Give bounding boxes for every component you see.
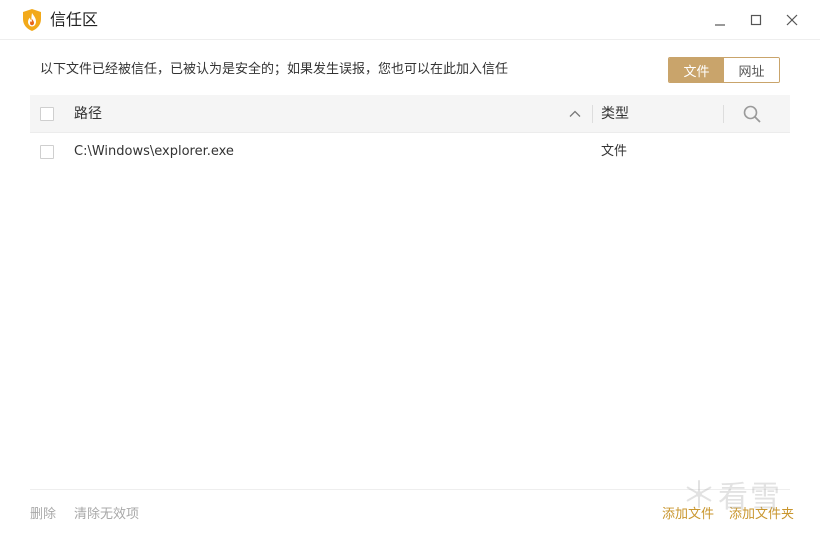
search-icon[interactable]: [742, 104, 762, 124]
title-bar: 信任区: [0, 0, 820, 40]
clear-invalid-button[interactable]: 清除无效项: [74, 506, 139, 524]
row-checkbox[interactable]: [40, 145, 54, 159]
type-toggle: 文件 网址: [668, 57, 780, 83]
trusted-items-table: 路径 类型 C:\Windows\explorer.exe 文件: [30, 95, 790, 171]
column-header-type[interactable]: 类型: [601, 105, 629, 123]
row-path: C:\Windows\explorer.exe: [74, 144, 234, 159]
row-type: 文件: [601, 144, 628, 159]
watermark: 看雪: [684, 474, 804, 515]
maximize-button[interactable]: [744, 8, 768, 32]
minimize-icon: [715, 24, 725, 26]
sort-ascending-icon[interactable]: [567, 106, 583, 122]
table-row[interactable]: C:\Windows\explorer.exe 文件: [30, 133, 790, 171]
column-divider: [723, 105, 724, 123]
tab-file[interactable]: 文件: [669, 58, 724, 82]
delete-button[interactable]: 删除: [30, 506, 56, 524]
column-divider: [592, 105, 593, 123]
close-icon: [786, 14, 798, 26]
watermark-text: 看雪: [718, 480, 782, 515]
shield-flame-logo-icon: [23, 9, 41, 31]
footer-divider: [30, 489, 790, 490]
window-title: 信任区: [50, 10, 99, 29]
close-button[interactable]: [780, 8, 804, 32]
maximize-icon: [750, 14, 762, 26]
tab-url[interactable]: 网址: [724, 58, 779, 82]
snowflake-icon: [686, 480, 712, 508]
minimize-button[interactable]: [708, 8, 732, 32]
column-header-path[interactable]: 路径: [74, 105, 102, 123]
select-all-checkbox[interactable]: [40, 107, 54, 121]
table-header: 路径 类型: [30, 95, 790, 133]
trust-zone-description: 以下文件已经被信任，已被认为是安全的；如果发生误报，您也可以在此加入信任: [40, 62, 509, 77]
